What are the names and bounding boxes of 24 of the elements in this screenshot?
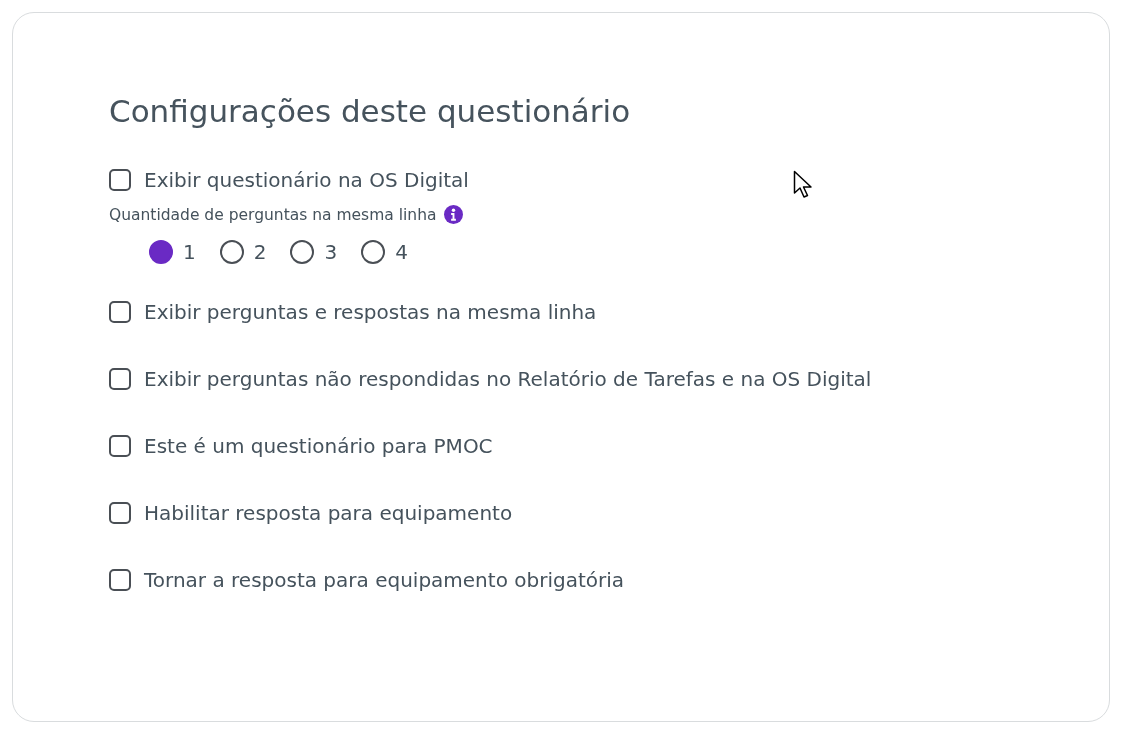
checkbox-label[interactable]: Exibir perguntas e respostas na mesma linha bbox=[144, 299, 597, 324]
checkbox-label[interactable]: Este é um questionário para PMOC bbox=[144, 433, 493, 458]
radio-button[interactable] bbox=[290, 240, 315, 264]
radio-button[interactable] bbox=[361, 240, 386, 264]
checkbox-label[interactable]: Exibir perguntas não respondidas no Relatório de Tarefas e na OS Digital bbox=[144, 366, 872, 391]
checkbox[interactable] bbox=[109, 568, 131, 591]
checkbox[interactable] bbox=[109, 501, 131, 524]
checkbox-label[interactable]: Habilitar resposta para equipamento bbox=[144, 500, 513, 525]
radio-label[interactable]: 3 bbox=[324, 240, 338, 264]
checkbox-label[interactable]: Exibir questionário na OS Digital bbox=[144, 168, 469, 192]
field-label: Quantidade de perguntas na mesma linha bbox=[109, 205, 437, 224]
info-icon[interactable] bbox=[444, 205, 464, 224]
section-title: Configurações deste questionário bbox=[109, 93, 632, 129]
radio-label[interactable]: 2 bbox=[253, 240, 267, 264]
radio-label[interactable]: 1 bbox=[183, 240, 196, 264]
checkbox[interactable] bbox=[109, 169, 131, 191]
cursor-icon bbox=[793, 170, 815, 200]
radio-label[interactable]: 4 bbox=[395, 240, 408, 264]
checkbox[interactable] bbox=[109, 300, 131, 323]
checkbox[interactable] bbox=[109, 367, 131, 390]
checkbox[interactable] bbox=[109, 434, 131, 457]
checkbox-label[interactable]: Tornar a resposta para equipamento obrigatória bbox=[144, 567, 624, 592]
radio-button[interactable] bbox=[219, 240, 244, 264]
radio-button[interactable] bbox=[149, 240, 173, 264]
